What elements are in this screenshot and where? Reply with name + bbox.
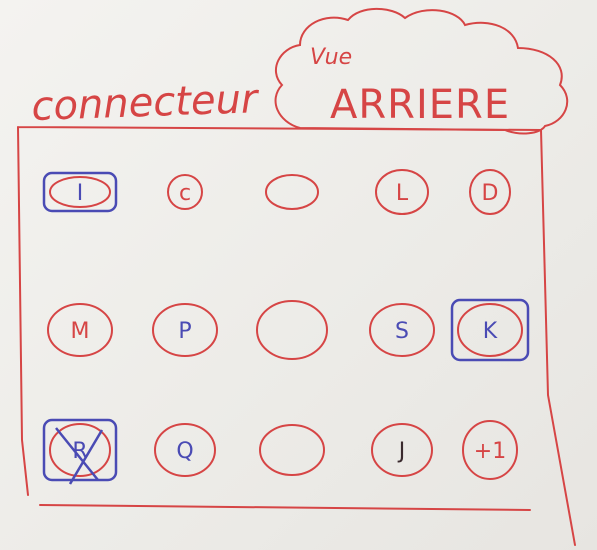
- pin-label: J: [397, 439, 406, 464]
- pin-label: S: [395, 319, 409, 344]
- pin-label: M: [71, 319, 90, 344]
- pin-label: D: [482, 181, 499, 206]
- pin-r1-c4: L: [375, 169, 429, 215]
- pin-label: +1: [474, 439, 506, 464]
- pin-r3-c4: J: [371, 423, 433, 477]
- pin-label: P: [178, 319, 191, 344]
- title-view-word: Vue: [310, 45, 352, 70]
- pin-r2-c4: S: [369, 303, 435, 357]
- pin-r2-c3: [256, 300, 328, 360]
- connector-sketch: connecteur Vue ARRIERE Ic L D M P S K R Q J +1: [17, 7, 576, 546]
- pin-label: K: [483, 319, 498, 344]
- pin-r3-c2: Q: [154, 423, 216, 477]
- pin-r2-c5: K: [450, 298, 530, 362]
- pin-r3-c5: +1: [462, 420, 518, 480]
- connector-pins: Ic L D M P S K R Q J +1: [42, 169, 530, 485]
- title-view-side: ARRIERE: [330, 82, 510, 128]
- pin-label: I: [77, 181, 84, 206]
- pin-cavity-circle: [265, 174, 319, 210]
- pin-label: c: [179, 181, 191, 206]
- pin-label: Q: [176, 439, 193, 464]
- pin-r3-c1: R: [42, 418, 118, 485]
- pin-r1-c5: D: [469, 169, 511, 215]
- pin-cavity-circle: [259, 424, 325, 476]
- pin-r2-c1: M: [47, 303, 113, 357]
- pin-r2-c2: P: [152, 303, 218, 357]
- pin-r1-c2: c: [167, 174, 203, 210]
- pin-cavity-circle: [256, 300, 328, 360]
- pin-r3-c3: [259, 424, 325, 476]
- pin-r1-c3: [265, 174, 319, 210]
- pin-label: L: [396, 181, 409, 206]
- title-prefix: connecteur: [31, 76, 261, 130]
- pin-r1-c1: I: [42, 171, 118, 213]
